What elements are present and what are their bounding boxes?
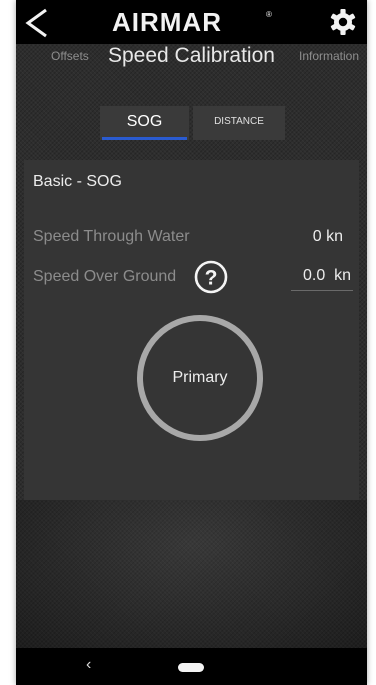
primary-button[interactable]: Primary bbox=[137, 315, 263, 441]
app-screen: AIRMAR ® Offsets Speed Calibration Infor… bbox=[16, 0, 367, 685]
top-bar: AIRMAR ® bbox=[16, 0, 367, 44]
nav-offsets-link[interactable]: Offsets bbox=[51, 49, 89, 63]
tab-distance-label: DISTANCE bbox=[214, 116, 264, 127]
system-nav-bar: ‹ bbox=[16, 648, 367, 685]
calibration-panel: Basic - SOG Speed Through Water 0 kn Spe… bbox=[24, 160, 359, 500]
question-circle-icon[interactable]: ? bbox=[194, 260, 228, 294]
nav-information-link[interactable]: Information bbox=[299, 49, 359, 63]
gear-icon[interactable] bbox=[329, 8, 357, 36]
system-back-button[interactable]: ‹ bbox=[86, 656, 91, 674]
page-title: Speed Calibration bbox=[108, 44, 275, 67]
tab-selected-indicator bbox=[102, 137, 187, 140]
speed-over-ground-label: Speed Over Ground bbox=[33, 268, 177, 285]
tab-sog[interactable]: SOG bbox=[100, 106, 189, 140]
registered-mark: ® bbox=[266, 10, 272, 19]
tab-sog-label: SOG bbox=[126, 113, 163, 130]
airmar-logo: AIRMAR bbox=[112, 7, 222, 37]
panel-title: Basic - SOG bbox=[33, 173, 122, 190]
speed-through-water-value: 0 kn bbox=[312, 228, 343, 245]
tab-bar: SOG DISTANCE bbox=[100, 106, 285, 140]
primary-button-label: Primary bbox=[172, 369, 228, 386]
tab-distance[interactable]: DISTANCE bbox=[193, 106, 285, 140]
home-pill-icon[interactable] bbox=[178, 663, 204, 672]
back-arrow-icon[interactable] bbox=[22, 8, 56, 38]
speed-through-water-label: Speed Through Water bbox=[33, 228, 190, 245]
background-vignette bbox=[16, 500, 367, 648]
svg-text:?: ? bbox=[205, 267, 218, 290]
speed-over-ground-input[interactable] bbox=[291, 262, 353, 291]
